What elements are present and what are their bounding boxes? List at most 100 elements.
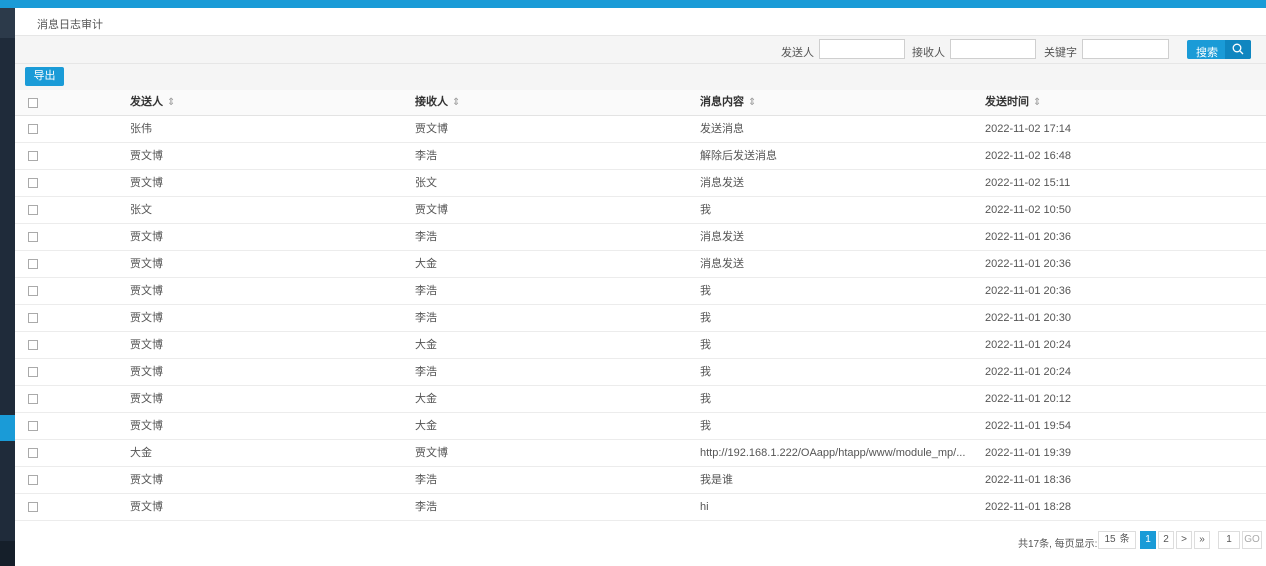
receiver-input[interactable] <box>950 39 1036 59</box>
sidebar <box>0 8 15 566</box>
time-cell: 2022-11-01 20:24 <box>985 366 1072 378</box>
row-checkbox[interactable] <box>28 359 42 385</box>
table-row[interactable]: 贾文博 李浩 我是谁 2022-11-01 18:36 <box>15 467 1266 494</box>
column-header-sender[interactable]: 发送人 ⇕ <box>130 90 400 115</box>
table-row[interactable]: 贾文博 李浩 hi 2022-11-01 18:28 <box>15 494 1266 521</box>
search-icon[interactable] <box>1225 40 1251 59</box>
receiver-cell: 李浩 <box>415 231 437 243</box>
time-cell: 2022-11-01 20:24 <box>985 339 1072 351</box>
content-cell: 我 <box>700 393 711 405</box>
receiver-cell: 贾文博 <box>415 447 448 459</box>
time-cell: 2022-11-02 17:14 <box>985 123 1072 135</box>
table-row[interactable]: 贾文博 大金 我 2022-11-01 20:12 <box>15 386 1266 413</box>
content-cell: 我 <box>700 339 711 351</box>
table-row[interactable]: 贾文博 大金 我 2022-11-01 19:54 <box>15 413 1266 440</box>
content-cell: 消息发送 <box>700 258 744 270</box>
last-page-button[interactable]: » <box>1194 531 1210 549</box>
sender-input[interactable] <box>819 39 905 59</box>
time-cell: 2022-11-01 20:36 <box>985 258 1072 270</box>
sort-icon[interactable]: ⇕ <box>452 97 460 108</box>
row-checkbox[interactable] <box>28 251 42 277</box>
receiver-cell: 李浩 <box>415 474 437 486</box>
sender-cell: 贾文博 <box>130 501 163 513</box>
receiver-cell: 李浩 <box>415 366 437 378</box>
table-row[interactable]: 贾文博 李浩 解除后发送消息 2022-11-02 16:48 <box>15 143 1266 170</box>
time-cell: 2022-11-02 15:11 <box>985 177 1071 189</box>
search-button-label: 搜索 <box>1196 47 1218 59</box>
content-cell: 我 <box>700 366 711 378</box>
content-cell: hi <box>700 501 709 513</box>
table-row[interactable]: 贾文博 大金 消息发送 2022-11-01 20:36 <box>15 251 1266 278</box>
page-button-1[interactable]: 1 <box>1140 531 1156 549</box>
table-row[interactable]: 贾文博 李浩 消息发送 2022-11-01 20:36 <box>15 224 1266 251</box>
column-header-content[interactable]: 消息内容 ⇕ <box>700 90 980 115</box>
sort-icon[interactable]: ⇕ <box>1033 97 1041 108</box>
receiver-cell: 李浩 <box>415 150 437 162</box>
content-cell: 我 <box>700 420 711 432</box>
row-checkbox[interactable] <box>28 116 42 142</box>
search-bar: 发送人 接收人 关键字 搜索 <box>15 36 1266 64</box>
time-cell: 2022-11-01 19:54 <box>985 420 1072 432</box>
row-checkbox[interactable] <box>28 143 42 169</box>
receiver-cell: 大金 <box>415 420 437 432</box>
row-checkbox[interactable] <box>28 386 42 412</box>
go-button[interactable]: GO <box>1242 531 1262 549</box>
page-size-select[interactable]: 15 条 <box>1098 531 1136 549</box>
row-checkbox[interactable] <box>28 332 42 358</box>
sender-cell: 贾文博 <box>130 150 163 162</box>
sort-icon[interactable]: ⇕ <box>167 97 175 108</box>
main-content: 消息日志审计 发送人 接收人 关键字 搜索 导出 发送人 ⇕ 接收人 ⇕ 消息内容 ⇕… <box>15 8 1266 566</box>
content-cell: 我 <box>700 312 711 324</box>
content-cell: 发送消息 <box>700 123 744 135</box>
sender-cell: 贾文博 <box>130 177 163 189</box>
table-row[interactable]: 大金 贾文博 http://192.168.1.222/OAapp/htapp/ww… <box>15 440 1266 467</box>
select-all-checkbox[interactable] <box>28 90 42 115</box>
row-checkbox[interactable] <box>28 467 42 493</box>
column-header-receiver[interactable]: 接收人 ⇕ <box>415 90 685 115</box>
receiver-label: 接收人 <box>912 47 945 59</box>
page-button-2[interactable]: 2 <box>1158 531 1174 549</box>
receiver-cell: 张文 <box>415 177 437 189</box>
row-checkbox[interactable] <box>28 170 42 196</box>
table-row[interactable]: 贾文博 李浩 我 2022-11-01 20:30 <box>15 305 1266 332</box>
table-row[interactable]: 贾文博 李浩 我 2022-11-01 20:24 <box>15 359 1266 386</box>
table-row[interactable]: 贾文博 李浩 我 2022-11-01 20:36 <box>15 278 1266 305</box>
sidebar-footer <box>0 541 15 566</box>
sidebar-item-active[interactable] <box>0 415 15 441</box>
time-cell: 2022-11-01 18:28 <box>985 501 1072 513</box>
table-row[interactable]: 贾文博 大金 我 2022-11-01 20:24 <box>15 332 1266 359</box>
receiver-cell: 李浩 <box>415 285 437 297</box>
table-row[interactable]: 贾文博 张文 消息发送 2022-11-02 15:11 <box>15 170 1266 197</box>
sender-cell: 张文 <box>130 204 152 216</box>
row-checkbox[interactable] <box>28 197 42 223</box>
time-cell: 2022-11-01 20:12 <box>985 393 1072 405</box>
page-header: 消息日志审计 <box>15 8 1266 36</box>
content-cell: 我是谁 <box>700 474 733 486</box>
row-checkbox[interactable] <box>28 413 42 439</box>
content-cell: 我 <box>700 204 711 216</box>
time-cell: 2022-11-01 20:36 <box>985 231 1072 243</box>
row-checkbox[interactable] <box>28 224 42 250</box>
row-checkbox[interactable] <box>28 440 42 466</box>
sender-cell: 贾文博 <box>130 474 163 486</box>
row-checkbox[interactable] <box>28 278 42 304</box>
table-row[interactable]: 张文 贾文博 我 2022-11-02 10:50 <box>15 197 1266 224</box>
receiver-cell: 李浩 <box>415 312 437 324</box>
row-checkbox[interactable] <box>28 494 42 520</box>
search-button[interactable]: 搜索 <box>1187 40 1251 59</box>
receiver-cell: 大金 <box>415 258 437 270</box>
sender-cell: 贾文博 <box>130 393 163 405</box>
row-checkbox[interactable] <box>28 305 42 331</box>
column-header-time[interactable]: 发送时间 ⇕ <box>985 90 1245 115</box>
sort-icon[interactable]: ⇕ <box>748 97 756 108</box>
sender-cell: 贾文博 <box>130 366 163 378</box>
receiver-cell: 大金 <box>415 339 437 351</box>
message-log-table: 发送人 ⇕ 接收人 ⇕ 消息内容 ⇕ 发送时间 ⇕ 张伟 贾文博 发送消息 2022-11-0… <box>15 90 1266 521</box>
table-row[interactable]: 张伟 贾文博 发送消息 2022-11-02 17:14 <box>15 116 1266 143</box>
next-page-button[interactable]: > <box>1176 531 1192 549</box>
content-cell: 消息发送 <box>700 231 744 243</box>
export-button[interactable]: 导出 <box>25 67 64 86</box>
keyword-input[interactable] <box>1082 39 1169 59</box>
page-jump-input[interactable]: 1 <box>1218 531 1240 549</box>
pagination-summary: 共17条, 每页显示: <box>1018 539 1098 550</box>
